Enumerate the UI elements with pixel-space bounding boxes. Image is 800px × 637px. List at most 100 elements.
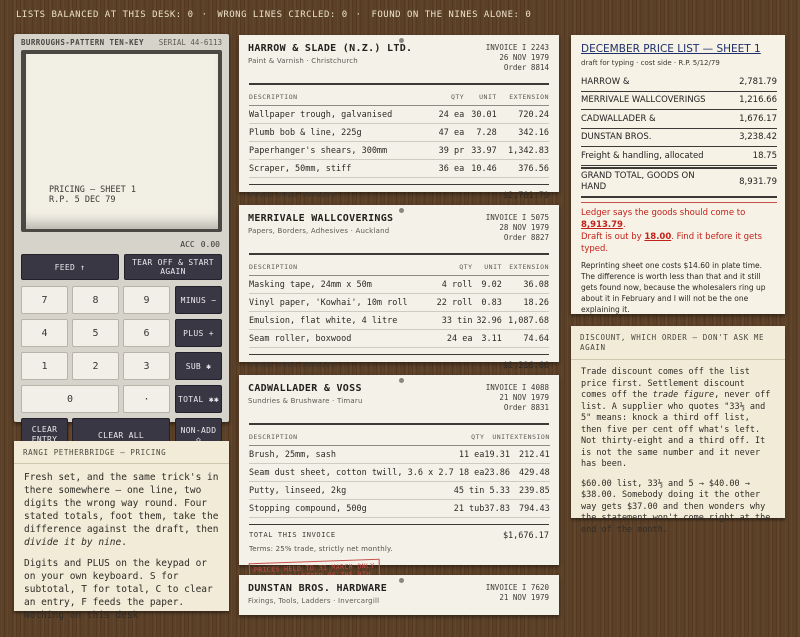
grand-total-label: GRAND TOTAL, GOODS ON HAND [581,171,695,192]
calculator-serial: SERIAL 44-6113 [158,38,222,47]
invoice-dunstan-bros: DUNSTAN BROS. HARDWARE Fixings, Tools, L… [239,575,559,615]
invoice-total[interactable]: TOTAL THIS INVOICE $2,781.79 [249,184,549,201]
difference-amount: 18.00 [644,232,672,242]
invoice-number: INVOICE I 4088 [485,383,549,392]
adding-machine: BURROUGHS-PATTERN TEN-KEY SERIAL 44-6113… [14,34,229,452]
supplier-name: DUNSTAN BROS. HARDWARE [248,583,388,594]
feed-button[interactable]: FEED ↑ [21,254,119,280]
price-list-row[interactable]: DUNSTAN BROS. 3,238.42 [581,129,777,147]
column-header: EXTENSION [496,85,549,106]
note-paragraph: Fresh set, and the same trick's in there… [24,471,219,549]
grand-total-value: 8,931.79 [739,177,777,187]
column-header: DESCRIPTION [249,85,432,106]
subtotal-button[interactable]: SUB ✱ [175,352,222,380]
total-label: TOTAL THIS INVOICE [249,191,336,199]
price-list-row[interactable]: Freight & handling, allocated 18.75 [581,147,777,166]
supplier-name: HARROW & SLADE (N.Z.) LTD. [248,43,413,54]
key-1[interactable]: 1 [21,352,68,380]
price-list-table: HARROW & 2,781.79 MERRIVALE WALLCOVERINGS… [581,73,777,198]
price-list-sheet: DECEMBER PRICE LIST — SHEET 1 draft for … [571,35,785,314]
key-4[interactable]: 4 [21,319,68,347]
column-header: QTY [431,255,473,276]
invoice-terms: Terms: 25% trade, strictly net monthly. [249,545,393,553]
tear-off-button[interactable]: TEAR OFF & START AGAIN [124,254,222,280]
key-7[interactable]: 7 [21,286,68,314]
table-row[interactable]: Vinyl paper, 'Kowhai', 10m roll 22 roll 0.… [249,293,549,312]
table-row[interactable]: Emulsion, flat white, 4 litre 33 tin 32.96… [249,311,549,330]
column-header: QTY [431,85,465,106]
status-bar: LISTS BALANCED AT THIS DESK: 0 · WRONG LI… [16,10,532,20]
column-header: DESCRIPTION [249,425,454,446]
table-row[interactable]: Paperhanger's shears, 300mm 39 pr 33.97 1,3… [249,141,549,160]
order-number: Order 8814 [503,63,549,72]
ledger-amount: 8,913.79 [581,220,623,230]
pin-icon [399,378,404,383]
tape-line: PRICING — SHEET 1 [49,185,136,195]
table-row[interactable]: Stopping compound, 500g 21 tub 37.83 794.43 [249,499,550,518]
invoice-total[interactable]: TOTAL THIS INVOICE $1,216.66 [249,354,549,371]
invoice-table: DESCRIPTION QTY UNIT EXTENSION Masking t… [249,255,549,348]
total-label: TOTAL THIS INVOICE [249,531,336,539]
note-text: Fresh set, and the same trick's in there… [24,472,219,535]
invoice-date: 21 NOV 1979 [499,393,549,402]
table-row[interactable]: Putty, linseed, 2kg 45 tin 5.33 239.85 [249,481,550,500]
invoice-date: 26 NOV 1979 [499,53,549,62]
table-row[interactable]: Seam roller, boxwood 24 ea 3.11 74.64 [249,329,549,348]
note-emphasis: trade figure [652,390,715,400]
order-number: Order 8827 [503,233,549,242]
note-text: Ledger says the goods should come to [581,208,746,218]
price-list-row[interactable]: MERRIVALE WALLCOVERINGS 1,216.66 [581,92,777,110]
supplier-subtitle: Sundries & Brushware · Timaru [248,397,363,405]
pin-icon [399,578,404,583]
table-row[interactable]: Brush, 25mm, sash 11 ea 19.31 212.41 [249,445,550,464]
invoice-number: INVOICE I 5075 [485,213,549,222]
supplier-subtitle: Paint & Varnish · Christchurch [248,57,358,65]
column-header: DESCRIPTION [249,255,432,276]
supplier-subtitle: Papers, Borders, Adhesives · Auckland [248,227,390,235]
price-list-row[interactable]: HARROW & 2,781.79 [581,73,777,92]
key-decimal[interactable]: · [123,385,170,413]
column-header: UNIT [464,85,497,106]
key-3[interactable]: 3 [123,352,170,380]
invoice-number: INVOICE I 7620 [485,583,549,592]
calculator-model: BURROUGHS-PATTERN TEN-KEY [21,38,144,47]
table-row[interactable]: Masking tape, 24mm x 50m 4 roll 9.02 36.08 [249,275,549,294]
key-9[interactable]: 9 [123,286,170,314]
sheet-subtitle: draft for typing · cost side · R.P. 5/12… [581,59,720,67]
column-header: EXTENSION [501,255,549,276]
invoice-total[interactable]: TOTAL THIS INVOICE $1,676.17 [249,524,549,541]
note-emphasis: divide it by nine [24,537,122,548]
nines-count: FOUND ON THE NINES ALONE: 0 [371,10,532,20]
key-5[interactable]: 5 [72,319,119,347]
key-6[interactable]: 6 [123,319,170,347]
note-paragraph: Trade discount comes off the list price … [581,367,775,471]
key-2[interactable]: 2 [72,352,119,380]
table-row[interactable]: Scraper, 50mm, stiff 36 ea 10.46 376.56 [249,159,549,178]
supplier-subtitle: Fixings, Tools, Ladders · Invercargill [248,597,380,605]
pin-icon [399,38,404,43]
note-text: . [121,537,127,548]
table-row[interactable]: Plumb bob & line, 225g 47 ea 7.28 342.16 [249,123,549,142]
plus-button[interactable]: PLUS + [175,319,222,347]
total-value: $1,676.17 [502,531,549,541]
grand-total-row[interactable]: GRAND TOTAL, GOODS ON HAND 8,931.79 [581,166,777,198]
total-button[interactable]: TOTAL ✱✱ [175,385,222,413]
order-number: Order 8831 [503,403,549,412]
column-header: QTY [453,425,485,446]
invoice-number: INVOICE I 2243 [485,43,549,52]
invoice-date: 21 NOV 1979 [499,593,549,602]
table-row[interactable]: Wallpaper trough, galvanised 24 ea 30.01 72… [249,105,549,124]
accumulator-readout: ACC 0.00 [174,240,220,249]
price-list-row[interactable]: CADWALLADER & 1,676.17 [581,110,777,129]
accumulator-label: ACC [180,240,195,249]
sheet-title: DECEMBER PRICE LIST — SHEET 1 [581,43,761,55]
table-row[interactable]: Seam dust sheet, cotton twill, 3.6 x 2.7… [249,463,550,482]
invoice-harrow-slade: HARROW & SLADE (N.Z.) LTD. Paint & Varni… [239,35,559,213]
key-8[interactable]: 8 [72,286,119,314]
column-header: UNIT [484,425,511,446]
tape-line: R.P. 5 DEC 79 [49,195,116,205]
minus-button[interactable]: MINUS − [175,286,222,314]
note-text: , never off list. A supplier who quotes … [581,390,771,469]
pin-icon [399,208,404,213]
key-0[interactable]: 0 [21,385,119,413]
